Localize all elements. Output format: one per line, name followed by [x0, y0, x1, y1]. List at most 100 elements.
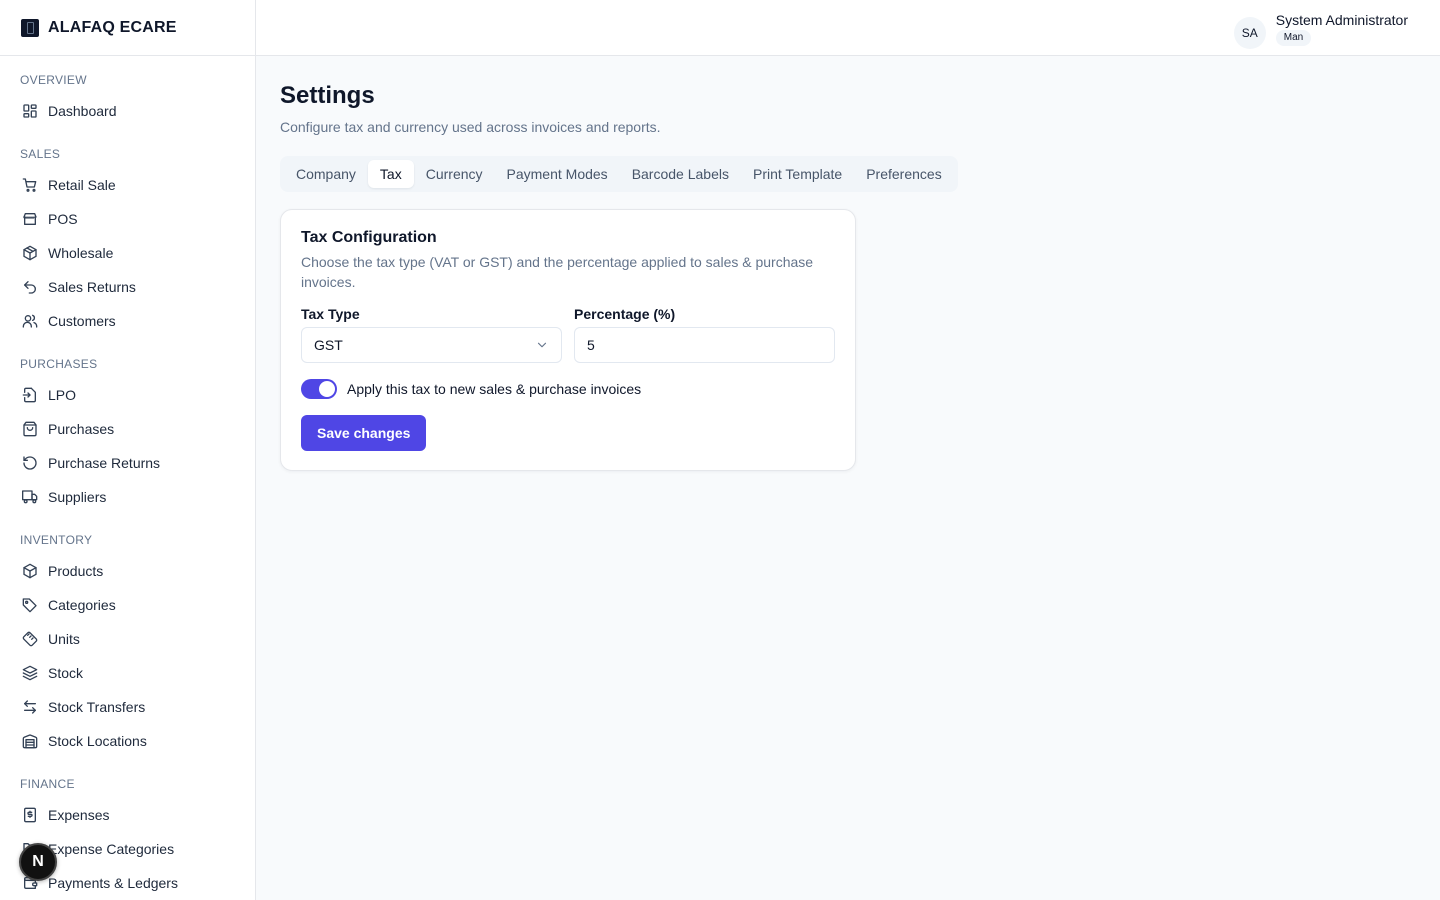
rotate-icon: [22, 455, 38, 471]
user-name: System Administrator: [1275, 12, 1408, 28]
sidebar-item-label: Stock: [48, 665, 84, 681]
nav-section-label: OVERVIEW: [20, 73, 87, 87]
sidebar-item-label: Expenses: [48, 807, 110, 823]
sidebar-item-label: Products: [48, 563, 104, 579]
tab-currency[interactable]: Currency: [414, 160, 495, 188]
nav-section: OVERVIEW Dashboard: [0, 72, 255, 128]
sidebar-item-label: LPO: [48, 387, 77, 403]
sidebar-item-retail-sale[interactable]: Retail Sale: [0, 168, 255, 202]
sidebar-item-label: Stock Locations: [48, 733, 147, 749]
nav-section-label: FINANCE: [20, 777, 75, 791]
tax-type-value: GST: [314, 337, 343, 353]
cart-icon: [22, 177, 38, 193]
card-description: Choose the tax type (VAT or GST) and the…: [301, 254, 814, 290]
undo-icon: [22, 279, 38, 295]
sidebar-item-sales-returns[interactable]: Sales Returns: [0, 270, 255, 304]
sidebar-item-lpo[interactable]: LPO: [0, 378, 255, 412]
topbar: SA System Administrator Man: [256, 0, 1440, 56]
brand-logo-icon: [21, 18, 39, 37]
settings-tabs: Company Tax Currency Payment Modes Barcode L…: [280, 156, 958, 192]
sidebar-item-stock-locations[interactable]: Stock Locations: [0, 724, 255, 758]
sidebar-item-purchases[interactable]: Purchases: [0, 412, 255, 446]
percentage-input[interactable]: 5: [574, 327, 835, 363]
sidebar-item-label: Customers: [48, 313, 116, 329]
brand[interactable]: ALAFAQ ECARE: [0, 0, 255, 56]
sidebar-item-units[interactable]: Units: [0, 622, 255, 656]
package-icon: [22, 245, 38, 261]
sidebar-item-stock-transfers[interactable]: Stock Transfers: [0, 690, 255, 724]
layers-icon: [22, 665, 38, 681]
sidebar-item-stock[interactable]: Stock: [0, 656, 255, 690]
nav-section: PURCHASES LPO Purchases Purchase Returns Sup…: [0, 356, 255, 514]
user-role-badge: Man: [1275, 30, 1312, 46]
warehouse-icon: [22, 733, 38, 749]
sidebar-item-label: Dashboard: [48, 103, 117, 119]
sidebar-item-dashboard[interactable]: Dashboard: [0, 94, 255, 128]
apply-tax-toggle[interactable]: [301, 379, 337, 399]
percentage-field: Percentage (%) 5: [574, 306, 835, 363]
sidebar-item-label: Expense Categories: [48, 841, 175, 857]
sidebar-item-categories[interactable]: Categories: [0, 588, 255, 622]
tax-fields: Tax Type GST Percentage (%) 5: [301, 306, 835, 363]
tax-configuration-card: Tax Configuration Choose the tax type (V…: [280, 209, 856, 471]
sidebar-item-products[interactable]: Products: [0, 554, 255, 588]
sidebar-item-label: Stock Transfers: [48, 699, 146, 715]
users-icon: [22, 313, 38, 329]
user-menu[interactable]: SA System Administrator Man: [1233, 10, 1408, 49]
tab-barcode-labels[interactable]: Barcode Labels: [620, 160, 741, 188]
transfer-icon: [22, 699, 38, 715]
sidebar-item-wholesale[interactable]: Wholesale: [0, 236, 255, 270]
sidebar: ALAFAQ ECARE OVERVIEW Dashboard SALES Retai…: [0, 0, 256, 900]
tab-payment-modes[interactable]: Payment Modes: [495, 160, 620, 188]
bag-icon: [22, 421, 38, 437]
toggle-knob: [319, 381, 335, 397]
file-arrow-icon: [22, 387, 38, 403]
tax-type-label: Tax Type: [301, 306, 360, 322]
apply-tax-row: Apply this tax to new sales & purchase i…: [301, 379, 835, 399]
store-icon: [22, 211, 38, 227]
main-content: Settings Configure tax and currency used…: [280, 80, 958, 471]
nav-section: FINANCE Expenses Expense Categories Payment…: [0, 776, 255, 900]
sidebar-item-suppliers[interactable]: Suppliers: [0, 480, 255, 514]
nav-section-label: SALES: [20, 147, 61, 161]
sidebar-nav: OVERVIEW Dashboard SALES Retail Sale POS Whol…: [0, 56, 255, 900]
avatar[interactable]: SA: [1233, 17, 1266, 49]
dev-badge-button[interactable]: N: [19, 843, 57, 881]
sidebar-item-expenses[interactable]: Expenses: [0, 798, 255, 832]
box-icon: [22, 563, 38, 579]
sidebar-item-label: Units: [48, 631, 80, 647]
nav-section-label: INVENTORY: [20, 533, 93, 547]
user-meta: System Administrator Man: [1275, 12, 1408, 46]
sidebar-item-label: Payments & Ledgers: [48, 875, 178, 891]
sidebar-item-label: Categories: [48, 597, 116, 613]
tag-icon: [22, 597, 38, 613]
percentage-label: Percentage (%): [574, 306, 676, 322]
chevron-down-icon: [537, 342, 547, 348]
sidebar-item-label: Suppliers: [48, 489, 107, 505]
tab-tax[interactable]: Tax: [367, 160, 414, 188]
nav-section-label: PURCHASES: [20, 357, 98, 371]
card-title: Tax Configuration: [301, 229, 437, 246]
tab-preferences[interactable]: Preferences: [854, 160, 953, 188]
apply-tax-label: Apply this tax to new sales & purchase i…: [347, 381, 642, 397]
sidebar-item-label: Wholesale: [48, 245, 114, 261]
tax-type-select[interactable]: GST: [301, 327, 562, 363]
receipt-icon: [22, 807, 38, 823]
dashboard-icon: [22, 103, 38, 119]
truck-icon: [22, 489, 38, 505]
tax-type-field: Tax Type GST: [301, 306, 562, 363]
tab-company[interactable]: Company: [284, 160, 368, 188]
save-changes-button[interactable]: Save changes: [301, 415, 427, 451]
ruler-icon: [22, 631, 38, 647]
page-title: Settings: [280, 82, 375, 109]
page-subtitle: Configure tax and currency used across i…: [280, 119, 661, 135]
sidebar-item-customers[interactable]: Customers: [0, 304, 255, 338]
sidebar-item-purchase-returns[interactable]: Purchase Returns: [0, 446, 255, 480]
nav-section: INVENTORY Products Categories Units Stock Sto…: [0, 532, 255, 758]
sidebar-item-pos[interactable]: POS: [0, 202, 255, 236]
brand-name: ALAFAQ ECARE: [48, 18, 177, 36]
tab-print-template[interactable]: Print Template: [741, 160, 854, 188]
sidebar-item-label: POS: [48, 211, 78, 227]
sidebar-item-label: Purchases: [48, 421, 115, 437]
sidebar-item-label: Retail Sale: [48, 177, 116, 193]
